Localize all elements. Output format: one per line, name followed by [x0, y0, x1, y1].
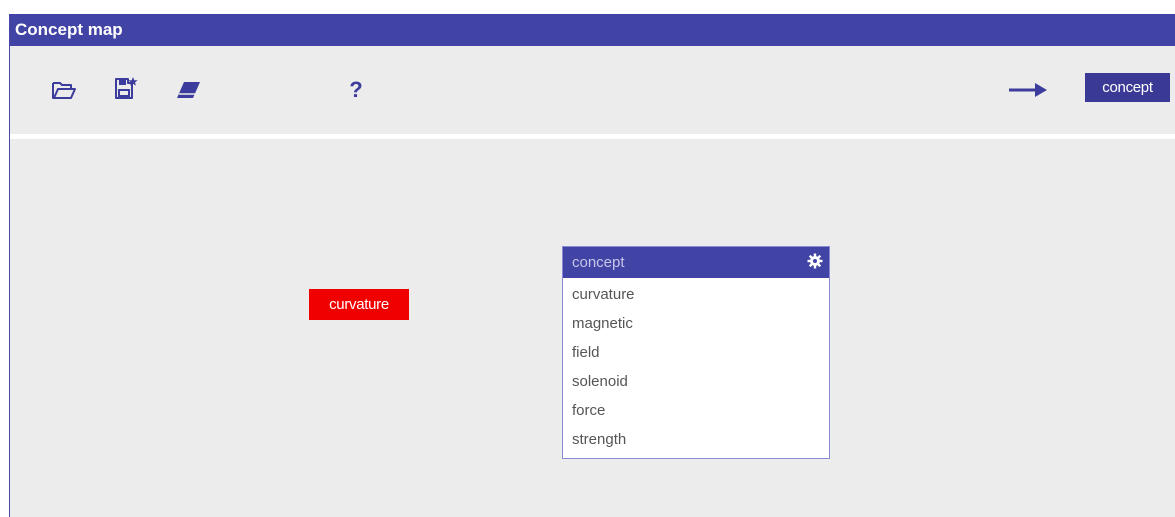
toolbar: ? concept [10, 46, 1175, 134]
concept-list-header: concept [563, 247, 829, 278]
concept-list-title: concept [572, 254, 625, 271]
list-item[interactable]: force [563, 396, 829, 425]
concept-node-curvature[interactable]: curvature [309, 289, 409, 320]
list-item[interactable]: field [563, 338, 829, 367]
list-item[interactable]: strength [563, 425, 829, 454]
arrow-right-icon [1009, 83, 1047, 97]
concept-button[interactable]: concept [1085, 73, 1170, 102]
list-item[interactable]: solenoid [563, 367, 829, 396]
app: Concept map ? concept curvature concept … [0, 0, 1175, 517]
open-button[interactable] [50, 76, 78, 104]
map-canvas[interactable]: curvature concept curvature magnetic fie… [10, 139, 1175, 517]
concept-map-window: Concept map ? concept curvature concept … [9, 14, 1175, 517]
window-title: Concept map [10, 14, 1175, 46]
list-item[interactable]: curvature [563, 280, 829, 309]
list-item[interactable]: magnetic [563, 309, 829, 338]
arrow-tool-button[interactable] [1007, 79, 1049, 101]
folder-open-icon [52, 82, 76, 99]
erase-button[interactable] [174, 76, 202, 104]
concept-list: curvature magnetic field solenoid force … [563, 280, 829, 454]
concept-list-panel: concept curvature magnetic field solenoi… [562, 246, 830, 459]
gear-icon[interactable] [807, 253, 823, 269]
save-button[interactable] [112, 74, 140, 102]
eraser-icon [177, 82, 200, 98]
help-button[interactable]: ? [346, 75, 366, 105]
save-star-icon [115, 77, 138, 99]
